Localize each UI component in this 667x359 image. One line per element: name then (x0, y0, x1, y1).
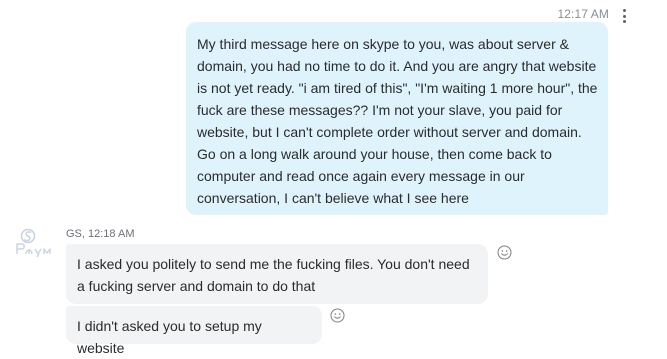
avatar-logo-icon (16, 228, 51, 258)
outgoing-message-bubble[interactable]: My third message here on skype to you, w… (186, 22, 608, 215)
message-timestamp: 12:17 AM (557, 7, 609, 21)
smiley-icon (330, 308, 345, 323)
incoming-message-text-2: I didn't asked you to setup my website (77, 318, 262, 356)
incoming-message-text-1: I asked you politely to send me the fuck… (77, 256, 470, 294)
incoming-message-bubble-1[interactable]: I asked you politely to send me the fuck… (66, 244, 488, 304)
smiley-icon (497, 245, 512, 260)
contact-avatar[interactable] (14, 226, 58, 258)
more-options-icon[interactable] (620, 8, 628, 24)
add-reaction-smiley-icon-2[interactable] (330, 308, 345, 323)
outgoing-message-text: My third message here on skype to you, w… (197, 36, 598, 206)
sender-name-time: GS, 12:18 AM (66, 228, 135, 240)
add-reaction-smiley-icon-1[interactable] (497, 245, 512, 260)
incoming-message-bubble-2[interactable]: I didn't asked you to setup my website (66, 306, 322, 356)
